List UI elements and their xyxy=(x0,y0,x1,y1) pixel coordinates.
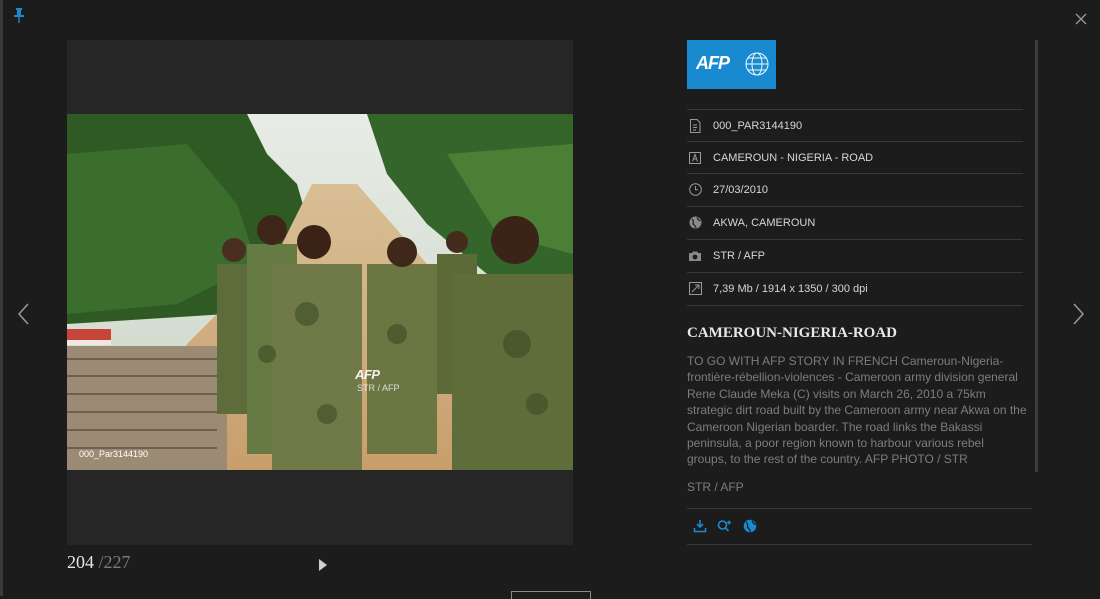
actions-divider-top xyxy=(687,508,1032,509)
meta-credit: STR / AFP xyxy=(713,249,765,262)
previous-arrow-icon[interactable] xyxy=(14,300,34,328)
meta-date: 27/03/2010 xyxy=(713,183,769,196)
total-count: /227 xyxy=(98,552,131,572)
globe-icon xyxy=(688,216,702,230)
meta-row-size: 7,39 Mb / 1914 x 1350 / 300 dpi xyxy=(687,272,1023,304)
meta-filename: 000_PAR3144190 xyxy=(713,119,803,132)
pin-icon[interactable] xyxy=(12,8,26,24)
camera-icon xyxy=(688,249,702,263)
caption-text: TO GO WITH AFP STORY IN FRENCH Cameroun-… xyxy=(687,354,1027,467)
file-icon xyxy=(688,118,702,133)
meta-row-title: CAMEROUN - NIGERIA - ROAD xyxy=(687,141,1023,173)
meta-location: AKWA, CAMEROUN xyxy=(713,216,816,229)
window-edge xyxy=(0,0,3,596)
meta-title: CAMEROUN - NIGERIA - ROAD xyxy=(713,151,874,164)
meta-row-filename: 000_PAR3144190 xyxy=(687,109,1023,141)
main-photo[interactable] xyxy=(67,114,573,470)
meta-row-location: AKWA, CAMEROUN xyxy=(687,206,1023,238)
download-icon[interactable] xyxy=(693,519,707,533)
meta-size: 7,39 Mb / 1914 x 1350 / 300 dpi xyxy=(713,282,868,295)
agency-logo-text: AFP xyxy=(696,53,730,73)
image-counter: 204 /227 xyxy=(67,552,131,573)
play-slideshow-button[interactable] xyxy=(318,558,328,572)
globe-icon[interactable] xyxy=(743,519,757,533)
meta-row-credit: STR / AFP xyxy=(687,239,1023,271)
title-icon xyxy=(688,151,702,165)
caption-credit: STR / AFP xyxy=(687,480,744,494)
headline: CAMEROUN-NIGERIA-ROAD xyxy=(687,325,897,341)
details-scrollbar[interactable] xyxy=(1035,40,1038,472)
resize-icon xyxy=(688,282,702,296)
photo-watermark-logo: AFP xyxy=(355,367,380,382)
search-similar-icon[interactable] xyxy=(717,519,731,533)
current-index: 204 xyxy=(67,552,94,572)
next-arrow-icon[interactable] xyxy=(1068,300,1088,328)
meta-divider xyxy=(687,305,1023,306)
clock-icon xyxy=(688,183,702,197)
close-icon[interactable] xyxy=(1074,12,1088,26)
photo-watermark-credit: STR / AFP xyxy=(357,383,400,393)
photo-id-label: 000_Par3144190 xyxy=(79,449,149,459)
meta-row-date: 27/03/2010 xyxy=(687,173,1023,205)
actions-divider-bottom xyxy=(687,544,1032,545)
bottom-handle[interactable] xyxy=(511,591,591,599)
